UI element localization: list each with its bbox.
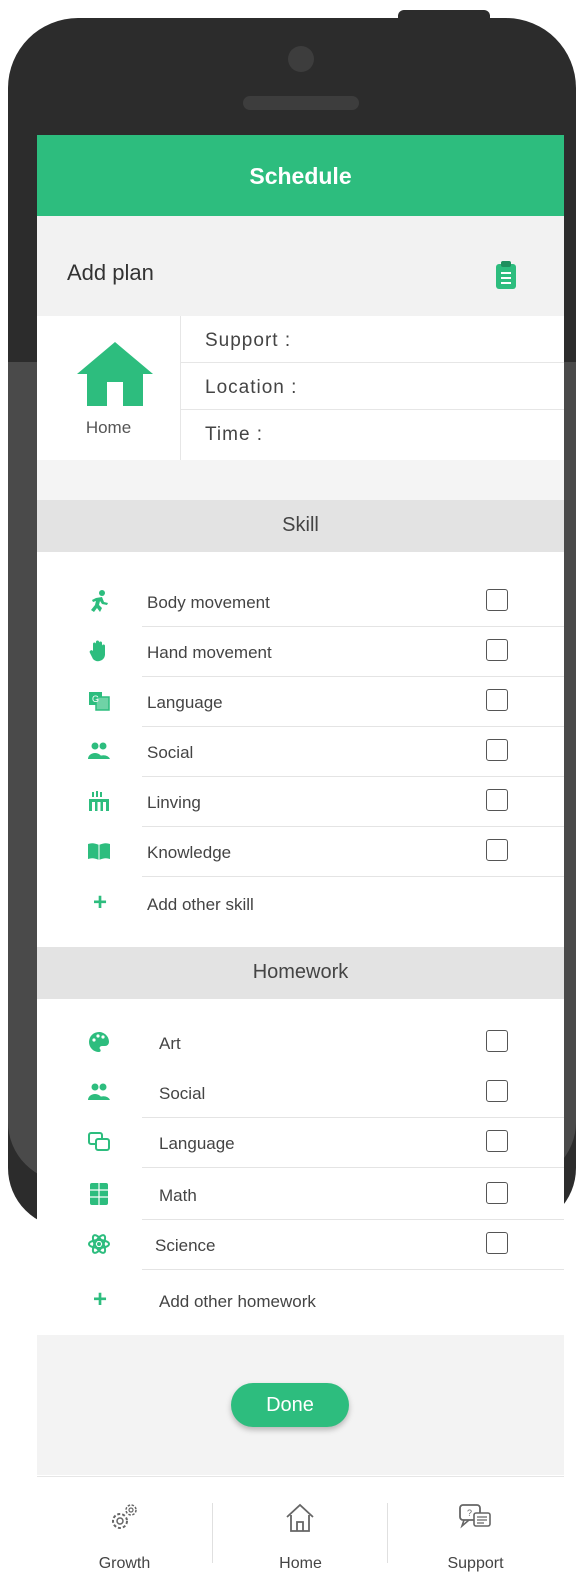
add-plan-title: Add plan — [67, 260, 154, 285]
calculator-icon — [90, 1183, 108, 1205]
skill-title: Skill — [282, 514, 319, 536]
page-title: Schedule — [249, 163, 352, 189]
homework-checkbox[interactable] — [486, 1232, 508, 1254]
skill-label: Social — [147, 743, 194, 762]
homework-checkbox[interactable] — [486, 1030, 508, 1052]
living-icon — [89, 791, 109, 811]
bottom-nav: Growth Home ? Support — [37, 1476, 564, 1588]
nav-label: Growth — [98, 1555, 151, 1572]
gears-icon — [112, 1504, 137, 1529]
homework-header: Homework — [37, 947, 564, 999]
add-homework-row[interactable]: + Add other homework — [37, 1276, 564, 1326]
camera-icon — [288, 46, 314, 72]
nav-label: Support — [447, 1555, 504, 1572]
add-skill-label: Add other skill — [147, 895, 254, 914]
skill-checkbox[interactable] — [486, 839, 508, 861]
skill-label: Body movement — [147, 593, 270, 612]
plus-icon: + — [93, 1286, 108, 1313]
atom-icon — [88, 1234, 110, 1254]
hand-icon — [89, 640, 105, 662]
skill-row[interactable]: Body movement — [37, 577, 564, 627]
nav-growth[interactable]: Growth — [37, 1477, 212, 1588]
location-label: Home — [85, 418, 132, 437]
speaker-icon — [243, 96, 359, 110]
chat-icon: ? — [459, 1504, 491, 1529]
translate-icon: G — [89, 692, 110, 711]
location-selector[interactable]: Home — [37, 316, 181, 460]
row-divider — [142, 1167, 564, 1168]
skill-row[interactable]: Linving — [37, 777, 564, 827]
homework-checkbox[interactable] — [486, 1080, 508, 1102]
svg-text:?: ? — [467, 1508, 472, 1518]
homework-row[interactable]: Art — [37, 1018, 564, 1068]
time-label: Time : — [205, 424, 264, 445]
people-icon — [88, 742, 110, 759]
skill-row[interactable]: Social — [37, 727, 564, 777]
support-label: Support : — [205, 330, 292, 351]
homework-checkbox[interactable] — [486, 1130, 508, 1152]
translate-icon — [88, 1132, 110, 1151]
book-icon — [88, 843, 110, 860]
add-skill-row[interactable]: + Add other skill — [37, 879, 564, 929]
homework-row[interactable]: Social — [37, 1068, 564, 1118]
add-homework-label: Add other homework — [159, 1292, 316, 1311]
done-area: Done — [37, 1335, 564, 1475]
section-spacer — [37, 460, 564, 500]
homework-row[interactable]: Math — [37, 1170, 564, 1220]
homework-label: Language — [159, 1134, 235, 1153]
homework-label: Social — [159, 1084, 206, 1103]
skill-row[interactable]: Knowledge — [37, 827, 564, 877]
homework-row[interactable]: Science — [37, 1220, 564, 1270]
skill-row[interactable]: G Language — [37, 677, 564, 727]
skill-checkbox[interactable] — [486, 639, 508, 661]
time-field[interactable]: Time : — [181, 410, 564, 456]
row-divider — [142, 1269, 564, 1270]
skill-checkbox[interactable] — [486, 789, 508, 811]
home-icon — [286, 1503, 314, 1532]
skill-checkbox[interactable] — [486, 589, 508, 611]
home-icon — [77, 342, 153, 406]
app-header: Schedule — [37, 135, 564, 216]
nav-label: Home — [279, 1555, 322, 1572]
nav-home[interactable]: Home — [213, 1477, 388, 1588]
skill-checkbox[interactable] — [486, 689, 508, 711]
skill-row[interactable]: Hand movement — [37, 627, 564, 677]
homework-label: Art — [159, 1034, 181, 1053]
skill-label: Linving — [147, 793, 201, 812]
skill-header: Skill — [37, 500, 564, 552]
row-divider — [142, 876, 564, 877]
app-screen: Schedule Add plan Home Support : Locatio… — [37, 135, 564, 1588]
homework-checkbox[interactable] — [486, 1182, 508, 1204]
location-field[interactable]: Location : — [181, 363, 564, 410]
homework-title: Homework — [252, 961, 349, 983]
location-field-label: Location : — [205, 377, 298, 398]
add-plan-bar: Add plan — [37, 216, 564, 316]
homework-row[interactable]: Language — [37, 1118, 564, 1168]
clipboard-icon[interactable] — [495, 260, 517, 290]
homework-label: Math — [159, 1186, 197, 1205]
support-field[interactable]: Support : — [181, 316, 564, 363]
skill-label: Knowledge — [147, 843, 232, 862]
palette-icon — [89, 1032, 109, 1052]
nav-support[interactable]: ? Support — [388, 1477, 563, 1588]
plus-icon: + — [93, 889, 108, 916]
done-button[interactable]: Done — [231, 1383, 349, 1427]
skill-label: Hand movement — [147, 643, 272, 662]
homework-label: Science — [155, 1236, 216, 1255]
skill-label: Language — [147, 693, 223, 712]
running-person-icon — [91, 590, 108, 612]
skill-checkbox[interactable] — [486, 739, 508, 761]
plan-info: Home Support : Location : Time : — [37, 316, 564, 460]
people-icon — [88, 1083, 110, 1100]
svg-text:G: G — [92, 694, 99, 704]
